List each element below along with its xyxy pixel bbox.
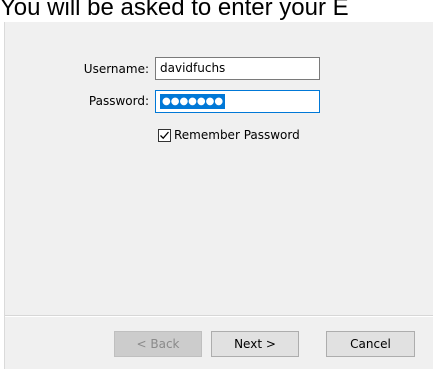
footer-divider-highlight <box>5 316 433 317</box>
remember-password-label: Remember Password <box>174 128 300 142</box>
instruction-text: You will be asked to enter your E <box>0 0 349 21</box>
username-label: Username: <box>83 62 149 76</box>
cancel-button[interactable]: Cancel <box>326 331 415 357</box>
next-button[interactable]: Next > <box>211 331 299 357</box>
page: You will be asked to enter your E Userna… <box>0 0 433 369</box>
remember-password-checkbox[interactable]: Remember Password <box>158 128 300 142</box>
checkbox-checked-icon[interactable] <box>158 128 171 142</box>
password-masked-value: ●●●●●●● <box>160 94 226 109</box>
password-label: Password: <box>88 94 149 108</box>
password-field[interactable]: ●●●●●●● <box>155 90 320 113</box>
username-field[interactable]: davidfuchs <box>155 57 320 80</box>
back-button[interactable]: < Back <box>114 331 202 357</box>
login-dialog: Username: davidfuchs Password: ●●●●●●● R… <box>4 22 433 369</box>
